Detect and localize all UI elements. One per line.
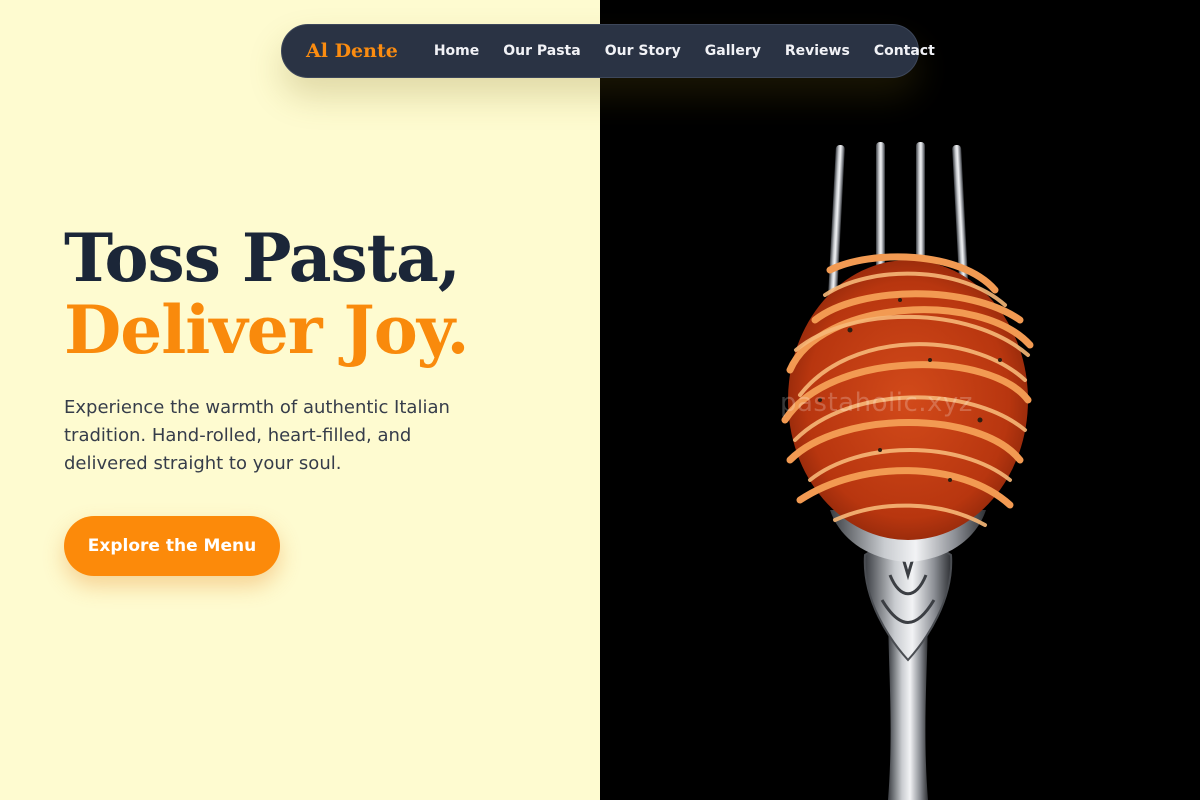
hero-image-panel: pastaholic.xyz xyxy=(600,0,1200,800)
headline-line-1: Toss Pasta, xyxy=(64,219,461,297)
nav-link-home[interactable]: Home xyxy=(422,43,491,59)
image-watermark: pastaholic.xyz xyxy=(780,388,973,418)
nav-link-our-story[interactable]: Our Story xyxy=(593,43,693,59)
headline-line-2: Deliver Joy. xyxy=(64,291,469,369)
nav-link-gallery[interactable]: Gallery xyxy=(693,43,773,59)
brand-logo[interactable]: Al Dente xyxy=(282,40,414,62)
hero-headline: Toss Pasta, Deliver Joy. xyxy=(64,222,584,366)
hero-subtitle: Experience the warmth of authentic Itali… xyxy=(64,397,450,474)
main-navbar: Al Dente Home Our Pasta Our Story Galler… xyxy=(281,24,935,78)
hero-section: Toss Pasta, Deliver Joy. Experience the … xyxy=(64,222,584,478)
nav-link-our-pasta[interactable]: Our Pasta xyxy=(491,43,592,59)
nav-link-contact[interactable]: Contact xyxy=(862,43,947,59)
nav-links: Home Our Pasta Our Story Gallery Reviews… xyxy=(422,43,947,59)
nav-link-reviews[interactable]: Reviews xyxy=(773,43,862,59)
explore-menu-button[interactable]: Explore the Menu xyxy=(64,516,280,576)
